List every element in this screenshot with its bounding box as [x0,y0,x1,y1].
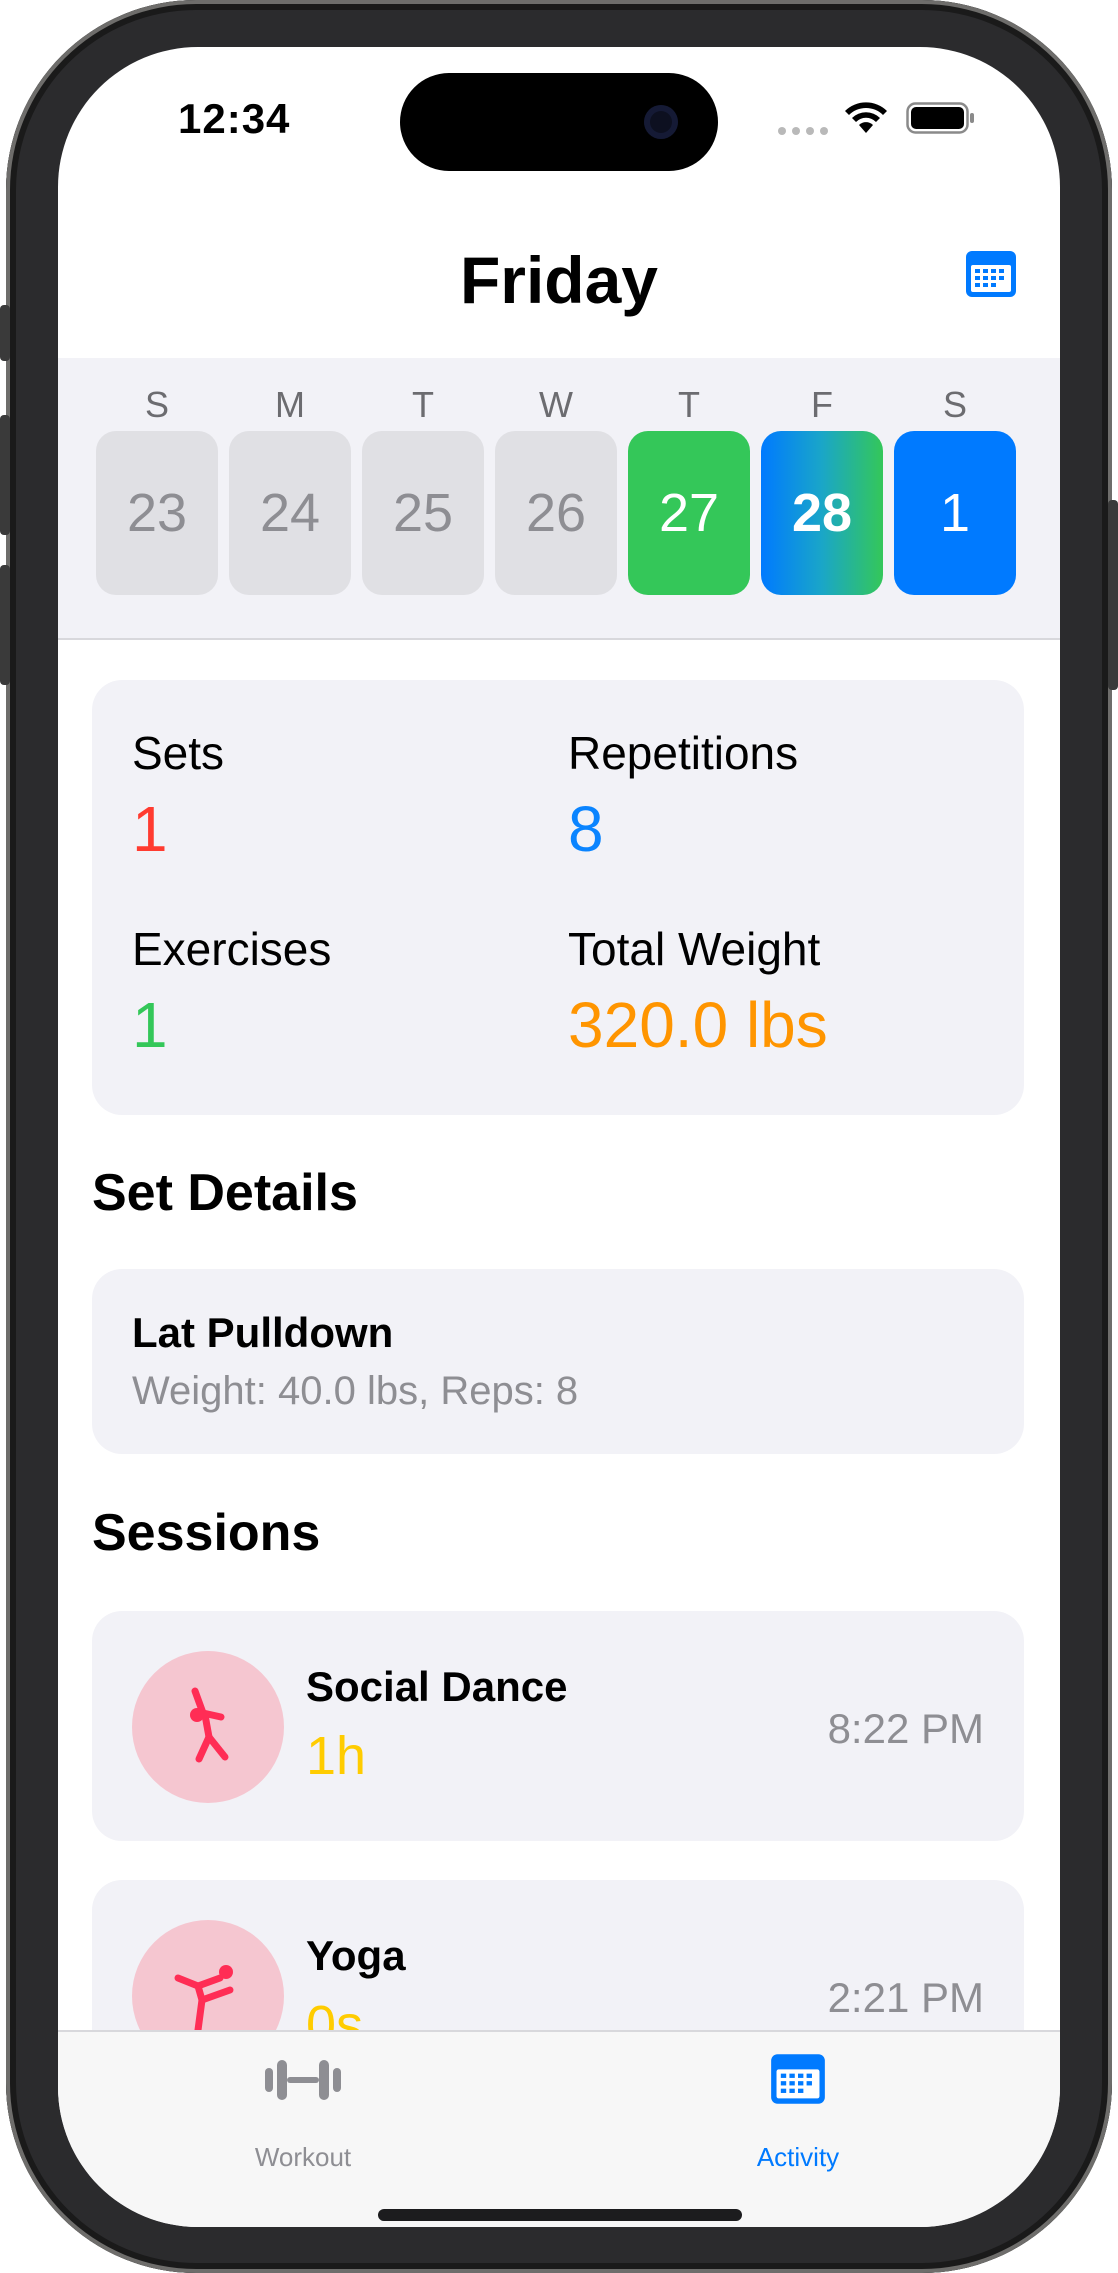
day-letter: W [539,384,573,425]
repetitions-label: Repetitions [568,727,799,779]
exercise-detail: Weight: 40.0 lbs, Reps: 8 [132,1369,579,1413]
session-name: Social Dance [306,1663,568,1710]
day-tile[interactable]: 1 [894,431,1016,595]
set-details-title: Set Details [92,1164,358,1222]
camera-icon [644,105,678,139]
tab-workout[interactable]: Workout [153,2032,453,2192]
sessions-title: Sessions [92,1504,321,1562]
day-letter: F [811,384,833,425]
calendar-icon[interactable] [964,249,1018,299]
screen: 12:34 Friday S 23 M 24 T 25 W 26 T 27 F … [58,47,1060,2227]
exercises-label: Exercises [132,923,332,975]
sets-value: 1 [132,793,168,865]
total-weight-value: 320.0 lbs [568,989,828,1061]
tab-workout-label: Workout [254,2142,352,2172]
session-time: 2:21 PM [827,1974,984,2021]
home-indicator[interactable] [378,2209,742,2221]
week-strip: S 23 M 24 T 25 W 26 T 27 F 28 S 1 [58,358,1060,640]
day-tile[interactable]: 27 [628,431,750,595]
tab-activity[interactable]: Activity [648,2032,948,2192]
day-letter: S [942,384,967,425]
day-letter: T [678,384,700,425]
power-button [1108,500,1118,690]
dumbbell-icon [265,2060,341,2100]
day-letter: S [144,384,169,425]
tab-bar: Workout Activity [58,2030,1060,2227]
stats-card: Sets 1 Repetitions 8 Exercises 1 Total W… [92,680,1024,1115]
day-letter: T [412,384,434,425]
day-tile[interactable]: 23 [96,431,218,595]
day-tile[interactable]: 25 [362,431,484,595]
volume-up-button [0,415,10,535]
dance-icon [132,1651,284,1803]
day-letter: M [275,384,305,425]
mute-switch [0,305,10,361]
day-tile[interactable]: 24 [229,431,351,595]
repetitions-value: 8 [568,793,604,865]
battery-icon [906,102,974,134]
dynamic-island [400,73,718,171]
day-tile[interactable]: 26 [495,431,617,595]
exercise-name: Lat Pulldown [132,1309,394,1356]
exercises-value: 1 [132,989,168,1061]
session-time: 8:22 PM [827,1705,984,1752]
set-detail-item[interactable]: Lat Pulldown Weight: 40.0 lbs, Reps: 8 [92,1269,1024,1454]
day-tile-selected[interactable]: 28 [761,431,883,595]
wifi-icon [845,102,887,133]
tab-activity-label: Activity [756,2142,840,2172]
total-weight-label: Total Weight [568,923,821,975]
status-time: 12:34 [178,95,291,142]
sets-label: Sets [132,727,225,779]
calendar-icon [771,2054,825,2104]
page-title: Friday [459,243,659,317]
volume-down-button [0,565,10,685]
cellular-signal-icon [778,127,828,135]
session-duration: 1h [306,1726,367,1786]
session-item[interactable]: Social Dance 1h 8:22 PM [92,1611,1024,1841]
session-name: Yoga [306,1932,406,1979]
